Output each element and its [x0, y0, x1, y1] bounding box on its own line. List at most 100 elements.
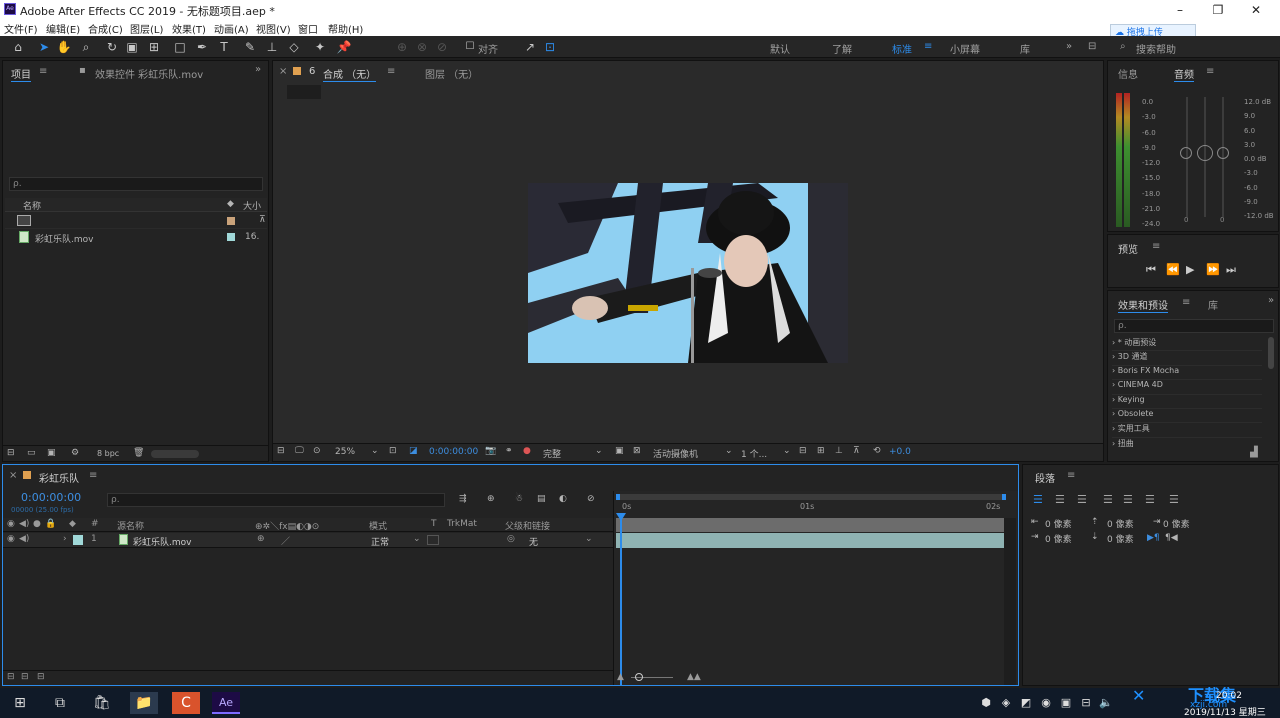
- solo-icon[interactable]: ●: [33, 519, 41, 529]
- layer-video-icon[interactable]: ◉: [7, 534, 15, 544]
- layer-mode-dropdown[interactable]: 正常: [371, 535, 389, 548]
- project-search-input[interactable]: ρ.: [9, 177, 263, 191]
- indent-right-icon[interactable]: ⇥: [1031, 532, 1039, 542]
- clock-date[interactable]: 2019/11/13 星期三: [1184, 705, 1266, 718]
- type-tool-icon[interactable]: T: [216, 39, 232, 55]
- menu-file[interactable]: 文件(F): [4, 21, 38, 36]
- task-view-icon[interactable]: ⧉: [46, 692, 74, 714]
- resolution-dropdown[interactable]: 完整: [543, 447, 561, 460]
- timeline-search-input[interactable]: ρ.: [107, 493, 445, 507]
- region-of-interest-icon[interactable]: ▣: [615, 446, 624, 456]
- show-snapshot-icon[interactable]: ⚭: [505, 446, 513, 456]
- volume-icon[interactable]: 🔈: [1092, 692, 1120, 714]
- effects-category[interactable]: › 实用工具: [1112, 423, 1262, 438]
- windows-start-icon[interactable]: ⊞: [6, 692, 34, 714]
- menu-edit[interactable]: 编辑(E): [46, 21, 80, 36]
- audio-slider-left[interactable]: [1180, 147, 1192, 159]
- comp-duration-bar[interactable]: [616, 518, 1004, 532]
- eraser-tool-icon[interactable]: ◇: [286, 39, 302, 55]
- panel-overflow-icon[interactable]: »: [255, 64, 261, 75]
- interpret-footage-icon[interactable]: ⊟: [7, 448, 15, 458]
- tab-info[interactable]: 信息: [1118, 66, 1138, 81]
- camera-tool-icon[interactable]: ▣: [124, 39, 140, 55]
- tab-library[interactable]: 库: [1208, 297, 1218, 312]
- align-left-icon[interactable]: ☰: [1033, 493, 1043, 506]
- snap-options-icon[interactable]: ⊡: [542, 39, 558, 55]
- audio-menu-icon[interactable]: ≡: [1206, 66, 1214, 77]
- pickwhip-icon[interactable]: ◎: [507, 534, 515, 544]
- composition-viewer-frame[interactable]: [528, 183, 848, 363]
- space-after-icon[interactable]: ⇣: [1091, 532, 1099, 542]
- justify-all-icon[interactable]: ☰: [1169, 493, 1179, 506]
- layer-label-color[interactable]: [73, 535, 83, 545]
- rectangle-tool-icon[interactable]: □: [172, 39, 188, 55]
- new-folder-icon[interactable]: ▭: [27, 448, 36, 458]
- zoom-tool-icon[interactable]: ⌕: [78, 39, 94, 55]
- expand-chevron-icon[interactable]: ›: [63, 534, 67, 544]
- channel-rgb-icon[interactable]: ●: [523, 446, 531, 456]
- pan-behind-tool-icon[interactable]: ⊞: [146, 39, 162, 55]
- flowchart-icon[interactable]: ⊼: [259, 215, 266, 225]
- workspace-options-icon[interactable]: ⊟: [1088, 41, 1096, 52]
- audio-slider-master[interactable]: [1197, 145, 1213, 161]
- first-line-indent-value[interactable]: 0 像素: [1163, 517, 1190, 530]
- zoom-slider-thumb[interactable]: [635, 673, 643, 681]
- parent-chevron-down-icon[interactable]: ⌄: [585, 534, 593, 544]
- menu-composition[interactable]: 合成(C): [88, 21, 123, 36]
- brush-tool-icon[interactable]: ✎: [242, 39, 258, 55]
- after-effects-taskbar-icon[interactable]: Ae: [212, 692, 240, 714]
- toggle-pixel-aspect-icon[interactable]: ⊟: [799, 446, 807, 456]
- workspace-small-screen[interactable]: 小屏幕: [950, 41, 980, 56]
- preserve-transparency-checkbox[interactable]: [427, 535, 439, 545]
- flowchart-icon[interactable]: ⊼: [853, 446, 860, 456]
- effects-search-input[interactable]: ρ.: [1114, 319, 1274, 333]
- align-checkbox[interactable]: ☐: [462, 39, 478, 55]
- mode-header[interactable]: 模式: [369, 519, 387, 532]
- column-size[interactable]: 大小: [243, 199, 261, 212]
- timeline-menu-icon[interactable]: ≡: [89, 470, 97, 481]
- delete-icon[interactable]: 🗑: [133, 448, 144, 458]
- camera-dropdown[interactable]: 活动摄像机: [653, 447, 698, 460]
- camera-chevron-down-icon[interactable]: ⌄: [725, 446, 733, 456]
- tab-timeline-comp[interactable]: 彩虹乐队: [39, 470, 79, 485]
- rtl-direction-icon[interactable]: ¶◀: [1165, 533, 1178, 543]
- work-area-bar[interactable]: [616, 494, 1006, 500]
- comp-tab-menu-icon[interactable]: ≡: [387, 66, 395, 77]
- puppet-pin-tool-icon[interactable]: 📌: [336, 39, 352, 55]
- tab-effect-controls[interactable]: 效果控件 彩虹乐队.mov: [95, 66, 203, 81]
- comp-breadcrumb[interactable]: [287, 85, 321, 99]
- next-frame-icon[interactable]: ⏩: [1206, 263, 1220, 276]
- zoom-dropdown[interactable]: 25%: [335, 447, 355, 457]
- thumbnail-slider[interactable]: [151, 450, 199, 458]
- hide-shy-layers-icon[interactable]: ☃: [515, 494, 523, 504]
- trkmat-header[interactable]: TrkMat: [447, 519, 477, 529]
- views-dropdown[interactable]: 1 个...: [741, 447, 767, 460]
- current-time-display[interactable]: 0:00:00:00: [429, 447, 478, 457]
- effects-category[interactable]: › 3D 通道: [1112, 351, 1262, 366]
- graph-editor-icon[interactable]: ⊘: [587, 494, 595, 504]
- timeline-tab-close-icon[interactable]: ×: [9, 470, 17, 481]
- workspace-standard[interactable]: 标准: [892, 41, 912, 56]
- justify-center-icon[interactable]: ☰: [1123, 493, 1133, 506]
- project-item-row[interactable]: ⊼: [5, 214, 267, 229]
- indent-left-icon[interactable]: ⇤: [1031, 517, 1039, 527]
- rotate-tool-icon[interactable]: ↻: [104, 39, 120, 55]
- menu-window[interactable]: 窗口: [298, 21, 318, 36]
- switches-header-icon[interactable]: ⊕✲＼fx▤◐◑⊙: [255, 519, 319, 532]
- tab-audio[interactable]: 音频: [1174, 66, 1194, 82]
- effects-category[interactable]: › Obsolete: [1112, 409, 1262, 424]
- safe-zones-icon[interactable]: ⊡: [389, 446, 397, 456]
- menu-view[interactable]: 视图(V): [256, 21, 291, 36]
- parent-header[interactable]: 父级和链接: [505, 519, 550, 532]
- effects-category[interactable]: › * 动画预设: [1112, 337, 1262, 352]
- space-before-value[interactable]: 0 像素: [1107, 517, 1134, 530]
- zoom-chevron-down-icon[interactable]: ⌄: [371, 446, 379, 456]
- first-line-indent-icon[interactable]: ⇥: [1153, 517, 1161, 527]
- workspace-library[interactable]: 库: [1020, 41, 1030, 56]
- search-help-icon[interactable]: ⌕: [1120, 41, 1126, 52]
- menu-help[interactable]: 帮助(H): [328, 21, 363, 36]
- effects-scrollbar[interactable]: [1268, 337, 1274, 369]
- menu-effect[interactable]: 效果(T): [172, 21, 206, 36]
- justify-right-icon[interactable]: ☰: [1145, 493, 1155, 506]
- layer-switches-icon[interactable]: ⊟: [7, 672, 15, 682]
